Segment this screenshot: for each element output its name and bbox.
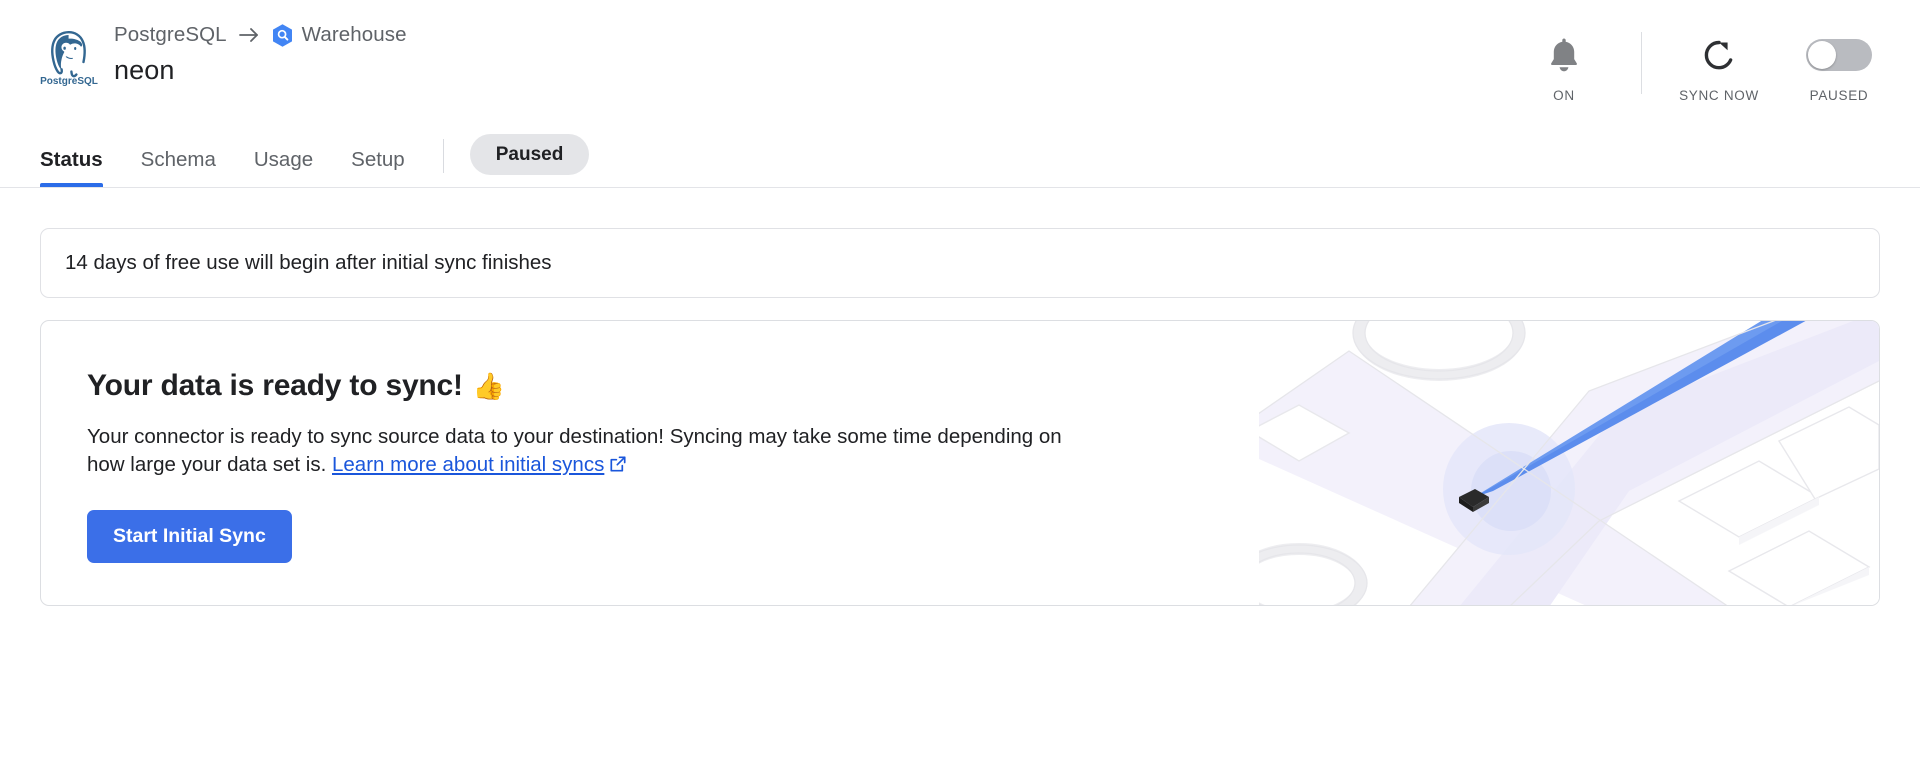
toggle-knob	[1808, 41, 1836, 69]
tab-bar: Status Schema Usage Setup Paused	[40, 127, 590, 188]
app-header: PostgreSQL PostgreSQL Warehouse neon Sta…	[0, 0, 1920, 188]
learn-more-link[interactable]: Learn more about initial syncs	[332, 453, 604, 476]
refresh-icon-wrap	[1699, 32, 1739, 78]
tab-setup[interactable]: Setup	[351, 149, 405, 188]
ready-card-title-text: Your data is ready to sync!	[87, 369, 463, 402]
ready-card-title: Your data is ready to sync! 👍	[87, 369, 1101, 403]
pause-toggle-label: PAUSED	[1809, 88, 1869, 103]
brand-text: PostgreSQL Warehouse neon	[114, 22, 407, 86]
tab-usage[interactable]: Usage	[254, 149, 313, 188]
connector-name: neon	[114, 55, 175, 85]
arrow-right-icon	[238, 28, 258, 42]
status-badge[interactable]: Paused	[469, 134, 590, 175]
ready-card-content: Your data is ready to sync! 👍 Your conne…	[41, 321, 1101, 564]
pause-toggle-switch[interactable]	[1806, 39, 1872, 71]
tab-divider	[442, 139, 444, 173]
sync-now-control[interactable]: SYNC NOW	[1676, 32, 1762, 103]
controls-divider	[1641, 32, 1642, 94]
tab-status[interactable]: Status	[40, 149, 103, 188]
ready-card-body: Your connector is ready to sync source d…	[87, 423, 1101, 480]
breadcrumb: PostgreSQL Warehouse	[114, 22, 407, 48]
tab-schema[interactable]: Schema	[141, 149, 216, 188]
warehouse-hexagon-icon	[272, 23, 292, 47]
start-initial-sync-button[interactable]: Start Initial Sync	[87, 509, 292, 564]
notifications-label: ON	[1553, 88, 1575, 103]
pause-toggle-control[interactable]: PAUSED	[1796, 32, 1882, 103]
bell-icon-wrap	[1544, 32, 1584, 78]
toggle-wrap	[1806, 32, 1872, 78]
refresh-icon	[1704, 40, 1733, 70]
external-link-icon[interactable]	[609, 455, 627, 473]
svg-text:PostgreSQL: PostgreSQL	[40, 76, 98, 86]
breadcrumb-destination[interactable]: Warehouse	[302, 23, 407, 47]
header-controls: ON SYNC NOW PAUSED	[1521, 32, 1882, 103]
postgresql-logo-icon: PostgreSQL	[40, 31, 98, 86]
free-trial-notice: 14 days of free use will begin after ini…	[40, 228, 1880, 298]
breadcrumb-source[interactable]: PostgreSQL	[114, 23, 227, 47]
ready-to-sync-card: Your data is ready to sync! 👍 Your conne…	[40, 320, 1880, 606]
main-content: 14 days of free use will begin after ini…	[0, 188, 1920, 606]
isometric-map-illustration	[1259, 321, 1879, 605]
notifications-control[interactable]: ON	[1521, 32, 1607, 103]
bell-icon	[1551, 38, 1577, 72]
thumbs-up-emoji-icon: 👍	[472, 370, 506, 401]
sync-now-label: SYNC NOW	[1679, 88, 1759, 103]
